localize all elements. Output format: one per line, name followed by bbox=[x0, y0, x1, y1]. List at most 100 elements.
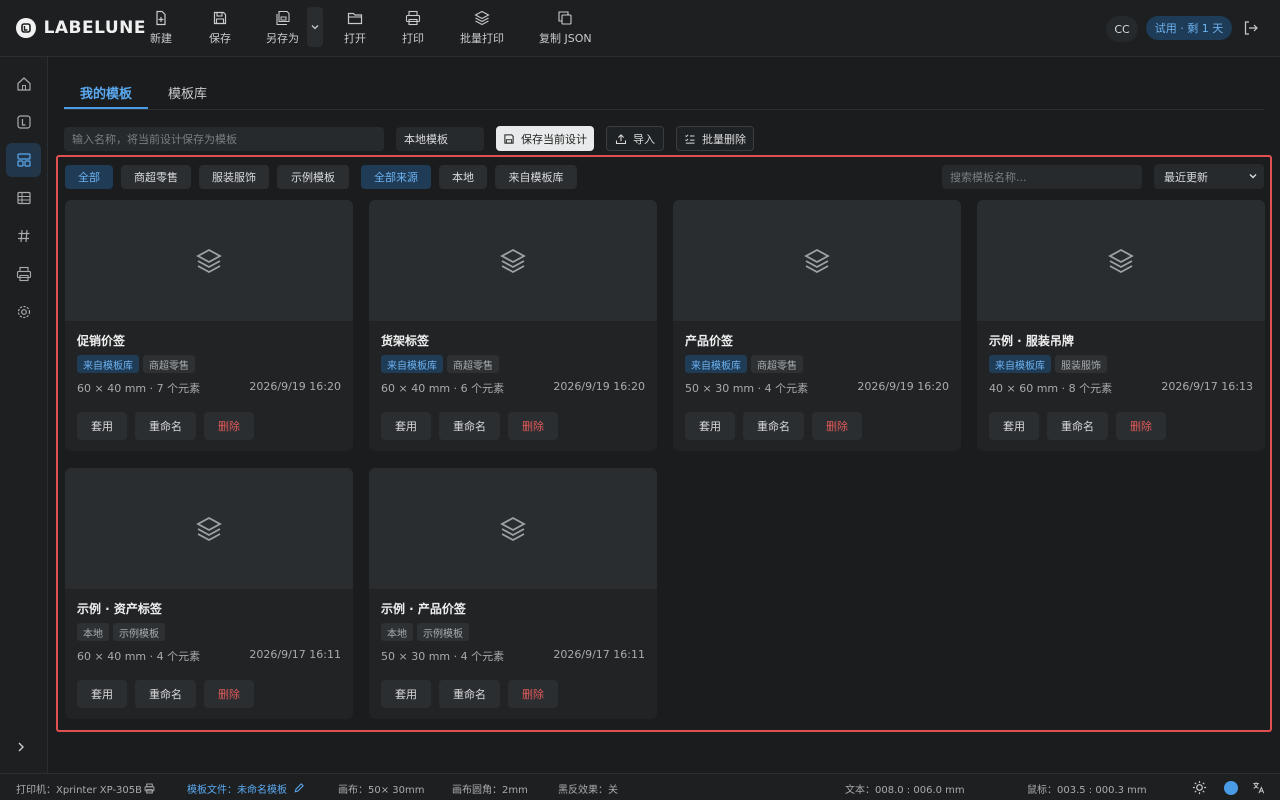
translate-icon[interactable] bbox=[1252, 781, 1265, 794]
saveas-dropdown[interactable] bbox=[307, 7, 323, 47]
new-button[interactable]: 新建 bbox=[150, 10, 172, 46]
sidebar-item-printer[interactable] bbox=[6, 257, 41, 291]
template-thumbnail bbox=[977, 200, 1265, 321]
template-tags: 来自模板库 商超零售 bbox=[381, 355, 499, 373]
printer-icon[interactable] bbox=[144, 783, 155, 794]
template-tags: 来自模板库 商超零售 bbox=[77, 355, 195, 373]
template-name-input[interactable] bbox=[64, 127, 384, 151]
batch-delete-button[interactable]: 批量删除 bbox=[676, 126, 754, 151]
sidebar-item-settings[interactable] bbox=[6, 295, 41, 329]
template-meta: 60 × 40 mm · 7 个元素 bbox=[77, 382, 201, 395]
rename-button[interactable]: 重命名 bbox=[135, 412, 196, 440]
template-card[interactable]: 货架标签 来自模板库 商超零售 60 × 40 mm · 6 个元素 2026/… bbox=[369, 200, 657, 451]
template-card[interactable]: 示例 · 产品价签 本地 示例模板 50 × 30 mm · 4 个元素 202… bbox=[369, 468, 657, 719]
chevron-right-icon[interactable] bbox=[14, 740, 28, 754]
label-icon bbox=[16, 115, 31, 129]
template-title: 示例 · 产品价签 bbox=[381, 602, 466, 616]
sidebar-item-templates[interactable] bbox=[6, 143, 41, 177]
batch-print-button[interactable]: 批量打印 bbox=[460, 10, 504, 46]
location-select[interactable]: 本地模板 bbox=[396, 127, 484, 151]
table-icon bbox=[16, 191, 31, 205]
copy-json-label: 复制 JSON bbox=[539, 32, 592, 45]
template-thumbnail bbox=[65, 200, 353, 321]
filter-category-retail[interactable]: 商超零售 bbox=[121, 165, 191, 189]
delete-button[interactable]: 删除 bbox=[1116, 412, 1166, 440]
filter-category-all[interactable]: 全部 bbox=[65, 165, 113, 189]
saveas-button[interactable]: 另存为 bbox=[266, 10, 299, 46]
sort-select[interactable]: 最近更新 bbox=[1154, 164, 1264, 189]
filter-source-library[interactable]: 来自模板库 bbox=[495, 165, 577, 189]
sidebar-item-label[interactable] bbox=[6, 105, 41, 139]
template-meta: 50 × 30 mm · 4 个元素 bbox=[685, 382, 809, 395]
layers-icon bbox=[196, 516, 222, 541]
hash-icon bbox=[17, 229, 29, 243]
template-card[interactable]: 促销价签 来自模板库 商超零售 60 × 40 mm · 7 个元素 2026/… bbox=[65, 200, 353, 451]
delete-button[interactable]: 删除 bbox=[204, 680, 254, 708]
open-button[interactable]: 打开 bbox=[344, 10, 366, 46]
sidebar-item-table[interactable] bbox=[6, 181, 41, 215]
filter-source-all[interactable]: 全部来源 bbox=[361, 165, 431, 189]
app-name: LABELUNE bbox=[43, 18, 146, 38]
source-tag: 本地 bbox=[381, 623, 413, 641]
batch-delete-label: 批量删除 bbox=[702, 132, 746, 146]
gear-icon bbox=[17, 305, 30, 319]
filter-category-sample[interactable]: 示例模板 bbox=[277, 165, 349, 189]
layers-icon bbox=[500, 248, 526, 273]
layers-icon bbox=[500, 516, 526, 541]
filter-source-local[interactable]: 本地 bbox=[439, 165, 487, 189]
rename-button[interactable]: 重命名 bbox=[1047, 412, 1108, 440]
printer-icon bbox=[405, 10, 421, 26]
delete-button[interactable]: 删除 bbox=[508, 412, 558, 440]
save-current-label: 保存当前设计 bbox=[521, 132, 587, 146]
rename-button[interactable]: 重命名 bbox=[135, 680, 196, 708]
apply-button[interactable]: 套用 bbox=[77, 412, 127, 440]
tab-template-library[interactable]: 模板库 bbox=[168, 83, 207, 102]
rename-button[interactable]: 重命名 bbox=[439, 680, 500, 708]
delete-button[interactable]: 删除 bbox=[204, 412, 254, 440]
layers-icon bbox=[804, 248, 830, 273]
source-tag: 来自模板库 bbox=[77, 355, 139, 373]
template-card[interactable]: 示例 · 服装吊牌 来自模板库 服装服饰 40 × 60 mm · 8 个元素 … bbox=[977, 200, 1265, 451]
pencil-icon[interactable] bbox=[293, 782, 305, 794]
copy-json-button[interactable]: 复制 JSON bbox=[539, 10, 592, 46]
sidebar-item-home[interactable] bbox=[6, 67, 41, 101]
rename-button[interactable]: 重命名 bbox=[439, 412, 500, 440]
template-card[interactable]: 示例 · 资产标签 本地 示例模板 60 × 40 mm · 4 个元素 202… bbox=[65, 468, 353, 719]
filter-category-apparel[interactable]: 服装服饰 bbox=[199, 165, 269, 189]
apply-button[interactable]: 套用 bbox=[685, 412, 735, 440]
new-label: 新建 bbox=[150, 32, 172, 45]
save-current-design-button[interactable]: 保存当前设计 bbox=[496, 126, 594, 151]
canvas-corner-status: 画布圆角：2mm bbox=[452, 785, 528, 796]
delete-button[interactable]: 删除 bbox=[508, 680, 558, 708]
import-label: 导入 bbox=[633, 132, 655, 146]
theme-color-swatch[interactable] bbox=[1224, 781, 1238, 795]
layers-icon bbox=[1108, 248, 1134, 273]
template-card[interactable]: 产品价签 来自模板库 商超零售 50 × 30 mm · 4 个元素 2026/… bbox=[673, 200, 961, 451]
sun-icon[interactable] bbox=[1192, 780, 1207, 795]
delete-button[interactable]: 删除 bbox=[812, 412, 862, 440]
sort-value: 最近更新 bbox=[1164, 170, 1208, 184]
logout-icon[interactable] bbox=[1243, 20, 1259, 36]
apply-button[interactable]: 套用 bbox=[77, 680, 127, 708]
rename-button[interactable]: 重命名 bbox=[743, 412, 804, 440]
import-button[interactable]: 导入 bbox=[606, 126, 664, 151]
trial-badge[interactable]: 试用 · 剩 1 天 bbox=[1146, 16, 1232, 40]
save-button[interactable]: 保存 bbox=[209, 10, 231, 46]
print-button[interactable]: 打印 bbox=[402, 10, 424, 46]
apply-button[interactable]: 套用 bbox=[989, 412, 1039, 440]
status-bar: 打印机：Xprinter XP-305B 模板文件：未命名模板 画布：50× 3… bbox=[0, 773, 1280, 800]
sidebar-item-serial[interactable] bbox=[6, 219, 41, 253]
tab-my-templates[interactable]: 我的模板 bbox=[80, 83, 132, 102]
canvas-size-status: 画布：50× 30mm bbox=[338, 785, 425, 796]
apply-button[interactable]: 套用 bbox=[381, 680, 431, 708]
template-file-prefix: 模板文件： bbox=[187, 785, 237, 796]
template-search-input[interactable] bbox=[942, 165, 1142, 189]
apply-button[interactable]: 套用 bbox=[381, 412, 431, 440]
user-avatar[interactable]: CC bbox=[1106, 16, 1138, 42]
template-file-name[interactable]: 未命名模板 bbox=[237, 785, 287, 796]
template-meta: 60 × 40 mm · 6 个元素 bbox=[381, 382, 505, 395]
main-content: 我的模板 模板库 本地模板 保存当前设计 导入 批量删除 全部 商超零售 服装服… bbox=[49, 57, 1280, 773]
save-icon bbox=[504, 133, 514, 144]
saveas-label: 另存为 bbox=[266, 32, 299, 45]
checklist-icon bbox=[685, 134, 695, 144]
